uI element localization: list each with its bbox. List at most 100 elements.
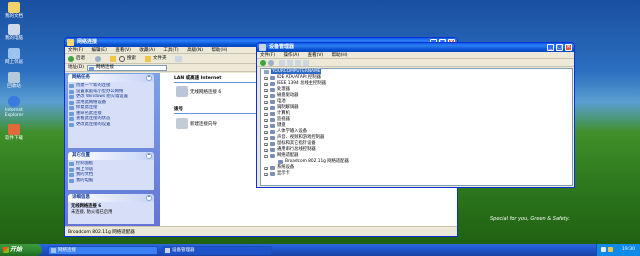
- device-icon: [270, 118, 275, 122]
- desktop-icon-my-computer[interactable]: 我的电脑: [2, 24, 26, 41]
- search-icon: [119, 56, 125, 62]
- wireless-connection-icon[interactable]: [176, 86, 188, 97]
- computer-icon: [264, 70, 269, 74]
- device-icon: [270, 142, 275, 146]
- back-arrow-icon[interactable]: [260, 60, 266, 66]
- expand-icon[interactable]: +: [264, 136, 268, 140]
- expand-icon[interactable]: +: [264, 82, 268, 86]
- menu-edit[interactable]: 编辑(E): [92, 48, 107, 53]
- collapse-chevron-icon[interactable]: ^: [146, 153, 152, 159]
- device-icon: [270, 88, 275, 92]
- device-manager-window[interactable]: 设备管理器 _ □ × 文件(F) 操作(A) 查看(V) 帮助(H) YOUR…: [256, 42, 575, 188]
- device-icon: [270, 100, 275, 104]
- collapse-icon[interactable]: -: [264, 154, 268, 158]
- software-icon: [8, 124, 20, 135]
- wireless-connection-label[interactable]: 无线网络连接 6: [190, 89, 221, 95]
- volume-icon[interactable]: [608, 247, 613, 252]
- desktop-icon-software[interactable]: 软件下载: [2, 124, 26, 141]
- expand-icon[interactable]: +: [264, 166, 268, 170]
- maximize-button[interactable]: □: [556, 44, 563, 51]
- back-arrow-icon[interactable]: [68, 56, 74, 62]
- desktop-icon-network[interactable]: 网上邻居: [2, 48, 26, 65]
- expand-icon[interactable]: +: [264, 94, 268, 98]
- clock[interactable]: 19:30: [622, 247, 635, 252]
- address-input[interactable]: 网络连接: [87, 65, 167, 71]
- device-icon: [270, 172, 275, 176]
- expand-icon[interactable]: +: [264, 100, 268, 104]
- expand-icon[interactable]: +: [264, 118, 268, 122]
- expand-icon[interactable]: +: [264, 148, 268, 152]
- device-icon: [270, 76, 275, 80]
- folder-icon: [8, 2, 20, 13]
- group-dialup-header: 拨号: [174, 107, 183, 112]
- menu-view[interactable]: 查看(V): [308, 53, 324, 58]
- menu-help[interactable]: 帮助(H): [332, 53, 348, 58]
- close-button[interactable]: ×: [565, 44, 572, 51]
- device-icon: [270, 148, 275, 152]
- forward-arrow-icon[interactable]: [95, 56, 101, 62]
- device-icon: [270, 82, 275, 86]
- new-connection-wizard-label[interactable]: 新建连接向导: [190, 121, 217, 127]
- folders-button[interactable]: 文件夹: [153, 54, 167, 64]
- expand-icon[interactable]: +: [264, 172, 268, 176]
- desktop-icon-internet-explorer[interactable]: Internet Explorer: [2, 96, 26, 118]
- network-icon: [89, 66, 94, 71]
- network-tasks-header[interactable]: 网络任务 ^: [68, 74, 154, 82]
- menu-action[interactable]: 操作(A): [284, 53, 300, 58]
- forward-arrow-icon[interactable]: [268, 60, 274, 66]
- taskbar-item-device-manager[interactable]: 设备管理器: [162, 245, 272, 255]
- back-button[interactable]: 后退: [76, 54, 85, 64]
- expand-icon[interactable]: +: [264, 88, 268, 92]
- search-button[interactable]: 搜索: [127, 54, 136, 64]
- network-tray-icon[interactable]: [601, 247, 606, 252]
- device-icon: [270, 112, 275, 116]
- menu-favorites[interactable]: 收藏(A): [139, 48, 155, 53]
- menu-view[interactable]: 查看(V): [115, 48, 131, 53]
- start-button[interactable]: 开始: [0, 244, 42, 256]
- other-places-header[interactable]: 其它位置 ^: [68, 152, 154, 160]
- minimize-button[interactable]: _: [547, 44, 554, 51]
- taskbar-item-network[interactable]: 网络连接: [48, 245, 158, 255]
- tree-node-label: 显示卡: [277, 171, 290, 176]
- menu-tools[interactable]: 工具(T): [163, 48, 178, 53]
- expand-icon[interactable]: +: [264, 124, 268, 128]
- tree-node-label: 监视器: [277, 117, 290, 122]
- expand-icon[interactable]: +: [264, 76, 268, 80]
- tree-node-label: IDE ATA/ATAPI 控制器: [277, 75, 321, 80]
- menu-file[interactable]: 文件(F): [260, 53, 275, 58]
- expand-icon[interactable]: +: [264, 130, 268, 134]
- expand-icon[interactable]: +: [264, 112, 268, 116]
- device-icon: [270, 136, 275, 140]
- new-connection-wizard-icon[interactable]: [176, 118, 188, 129]
- desktop-icon-my-documents[interactable]: 我的文档: [2, 2, 26, 19]
- group-divider: [174, 113, 258, 114]
- up-folder-icon[interactable]: [110, 56, 116, 62]
- details-header[interactable]: 详细信息 ^: [68, 194, 154, 202]
- tree-node-label: 处理器: [277, 87, 290, 92]
- details-status: 未连接, 防火墙已启用: [71, 209, 113, 215]
- help-icon[interactable]: [295, 60, 301, 66]
- print-icon[interactable]: [287, 60, 293, 66]
- tree-node[interactable]: + 显示卡: [261, 171, 572, 177]
- place-my-computer[interactable]: 我的电脑: [68, 178, 154, 184]
- menu-advanced[interactable]: 高级(N): [187, 48, 203, 53]
- other-places-panel: 其它位置 ^ 控制面板 网上邻居 我的文档 我的电脑: [68, 152, 154, 190]
- device-tree: YOURCOMPUTERNAME + IDE ATA/ATAPI 控制器 + IEEE…: [260, 68, 573, 186]
- desktop-icon-recycle-bin[interactable]: 回收站: [2, 72, 26, 89]
- tree-node-label: 声音、视频和游戏控制器: [277, 135, 325, 140]
- views-icon[interactable]: [175, 56, 182, 62]
- device-icon: [278, 160, 283, 164]
- expand-icon[interactable]: +: [264, 106, 268, 110]
- tree-node-label: 系统设备: [277, 165, 295, 170]
- expand-icon[interactable]: +: [264, 142, 268, 146]
- group-lan-header: LAN 或高速 Internet: [174, 76, 222, 81]
- refresh-icon[interactable]: [303, 60, 309, 66]
- menu-help[interactable]: 帮助(H): [211, 48, 227, 53]
- collapse-chevron-icon[interactable]: ^: [146, 75, 152, 81]
- device-manager-titlebar[interactable]: 设备管理器 _ □ ×: [257, 43, 574, 52]
- status-bar: Broadcom 802.11g 网络适配器: [65, 226, 457, 236]
- collapse-chevron-icon[interactable]: ^: [146, 195, 152, 201]
- properties-icon[interactable]: [279, 60, 285, 66]
- menu-file[interactable]: 文件(F): [68, 48, 83, 53]
- task-change-settings[interactable]: 更改此连接的设置: [68, 122, 154, 128]
